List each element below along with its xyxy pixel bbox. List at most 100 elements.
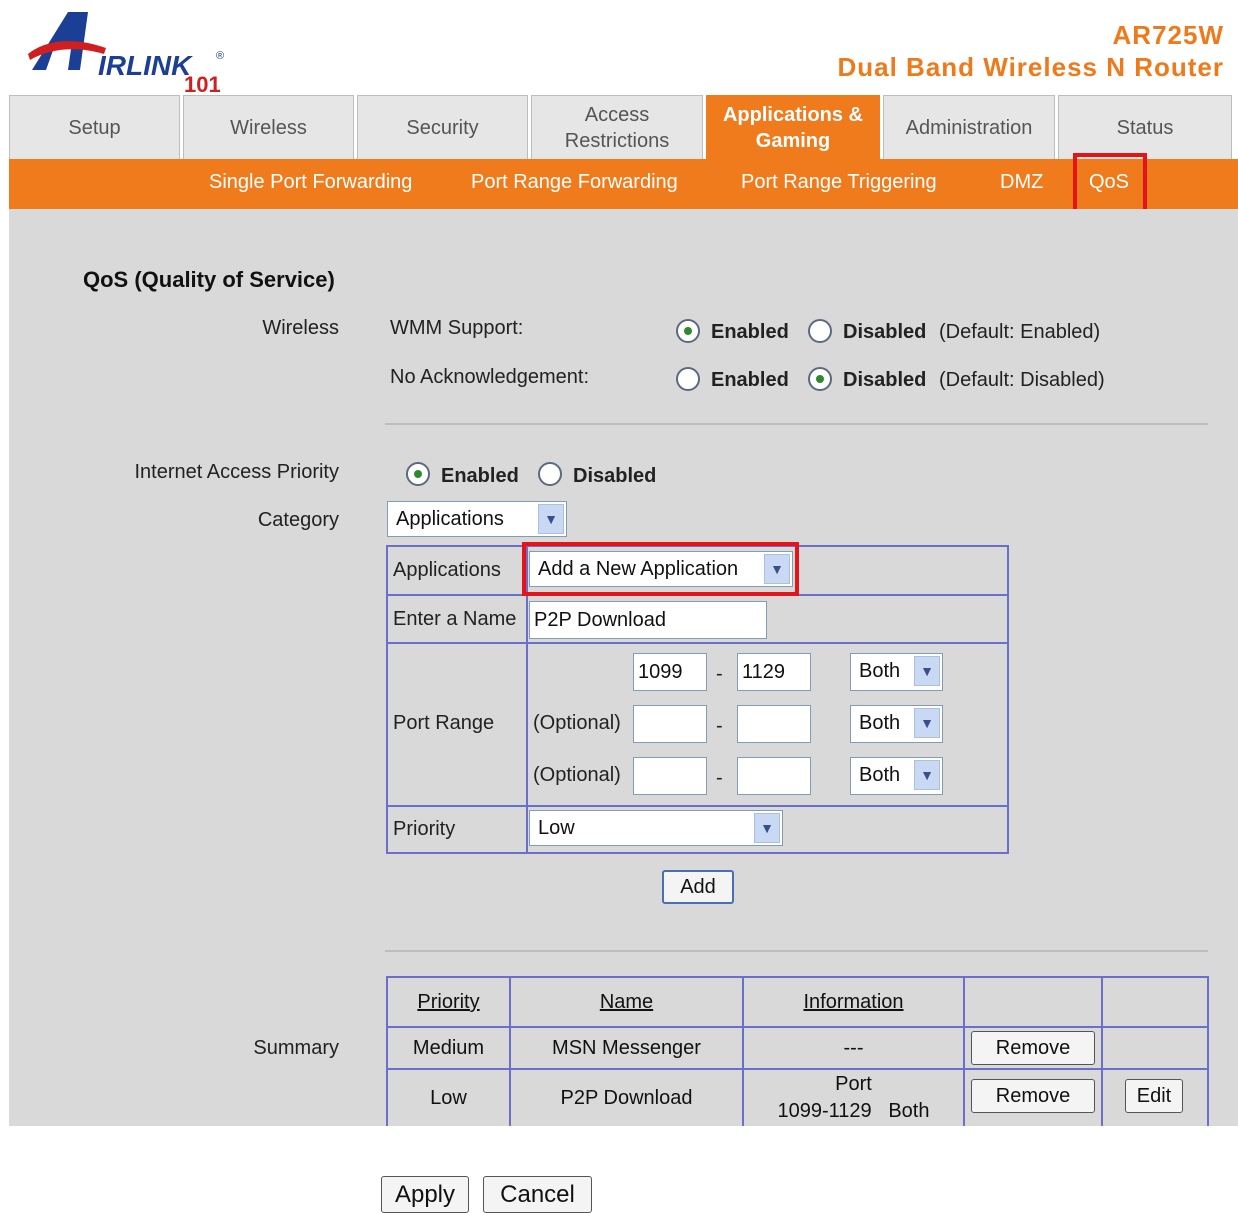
protocol1-value: Both	[859, 660, 901, 682]
wmm-default-note: (Default: Enabled)	[939, 321, 1101, 343]
grid-border	[386, 852, 1009, 854]
noack-enabled-label: Enabled	[711, 369, 789, 391]
sub-navigation: Single Port Forwarding Port Range Forwar…	[9, 153, 1238, 213]
wmm-enabled-label: Enabled	[711, 321, 789, 343]
summary-border	[963, 976, 965, 1126]
apply-button[interactable]: Apply	[381, 1176, 469, 1213]
port2-start-input[interactable]	[633, 705, 707, 743]
priority-select-value: Low	[538, 817, 575, 839]
noack-disabled-label: Disabled	[843, 369, 927, 391]
tab-security[interactable]: Security	[357, 95, 528, 159]
noack-default-note: (Default: Disabled)	[939, 369, 1105, 391]
protocol1-select[interactable]: Both ▼	[850, 653, 943, 691]
chevron-down-icon: ▼	[914, 656, 940, 686]
row2-info-line1: Port	[835, 1073, 872, 1095]
optional-label-1: (Optional)	[533, 712, 621, 734]
category-select-value: Applications	[396, 508, 504, 530]
wmm-support-label: WMM Support:	[390, 317, 524, 339]
subnav-port-range-triggering[interactable]: Port Range Triggering	[741, 171, 937, 194]
grid-border	[1007, 545, 1009, 854]
category-label: Category	[257, 509, 339, 531]
port3-start-input[interactable]	[633, 757, 707, 795]
application-name-input[interactable]: P2P Download	[529, 601, 767, 639]
cancel-button[interactable]: Cancel	[483, 1176, 592, 1213]
summary-header-priority[interactable]: Priority	[388, 991, 509, 1014]
summary-header-information[interactable]: Information	[744, 991, 963, 1014]
protocol3-select[interactable]: Both ▼	[850, 757, 943, 795]
airlink-logo-mark	[28, 12, 106, 70]
tab-applications-gaming[interactable]: Applications & Gaming	[706, 95, 880, 159]
row2-info-line2: 1099-1129 Both	[777, 1100, 930, 1122]
summary-border	[1101, 976, 1103, 1126]
tab-wireless[interactable]: Wireless	[183, 95, 354, 159]
tab-administration[interactable]: Administration	[883, 95, 1055, 159]
protocol2-value: Both	[859, 712, 901, 734]
port-range-label: Port Range	[393, 712, 495, 734]
port3-dash: -	[716, 767, 723, 789]
port1-start-input[interactable]: 1099	[633, 653, 707, 691]
internet-access-priority-label: Internet Access Priority	[134, 461, 339, 483]
optional-label-2: (Optional)	[533, 764, 621, 786]
noack-disabled-radio[interactable]	[808, 367, 832, 391]
row2-name: P2P Download	[560, 1087, 693, 1109]
page-title: QoS (Quality of Service)	[83, 267, 335, 292]
divider	[385, 423, 1208, 425]
qos-panel: QoS (Quality of Service) Wireless WMM Su…	[9, 209, 1238, 1126]
chevron-down-icon: ▼	[538, 504, 564, 534]
grid-border	[386, 642, 1009, 644]
applications-label: Applications	[393, 559, 501, 581]
chevron-down-icon: ▼	[914, 760, 940, 790]
airlink-logo: IRLINK 101 ®	[28, 8, 224, 97]
protocol3-value: Both	[859, 764, 901, 786]
port1-dash: -	[716, 663, 723, 685]
priority-label: Priority	[393, 818, 456, 840]
add-button[interactable]: Add	[662, 870, 734, 904]
wireless-label: Wireless	[262, 317, 339, 339]
row2-priority: Low	[430, 1087, 467, 1109]
subnav-single-port-forwarding[interactable]: Single Port Forwarding	[209, 171, 412, 194]
category-select[interactable]: Applications ▼	[387, 501, 567, 537]
divider	[385, 950, 1208, 952]
wmm-disabled-label: Disabled	[843, 321, 927, 343]
priority-select[interactable]: Low ▼	[529, 810, 783, 846]
chevron-down-icon: ▼	[754, 813, 780, 843]
tab-access-restrictions[interactable]: Access Restrictions	[531, 95, 703, 159]
row1-info: ---	[843, 1037, 864, 1059]
chevron-down-icon: ▼	[914, 708, 940, 738]
tab-status[interactable]: Status	[1058, 95, 1232, 159]
logo-wordmark: IRLINK	[98, 50, 192, 81]
noack-enabled-radio[interactable]	[676, 367, 700, 391]
iap-disabled-radio[interactable]	[538, 462, 562, 486]
port2-dash: -	[716, 715, 723, 737]
subnav-dmz[interactable]: DMZ	[1000, 171, 1043, 194]
row2-remove-button[interactable]: Remove	[971, 1079, 1095, 1113]
tab-setup[interactable]: Setup	[9, 95, 180, 159]
model-name: AR725W	[1112, 20, 1224, 50]
grid-border	[386, 545, 388, 854]
summary-label: Summary	[253, 1037, 339, 1059]
wmm-enabled-radio[interactable]	[676, 319, 700, 343]
product-name: Dual Band Wireless N Router	[837, 52, 1224, 82]
enter-name-label: Enter a Name	[393, 608, 517, 630]
iap-disabled-label: Disabled	[573, 465, 657, 487]
summary-header-name[interactable]: Name	[511, 991, 742, 1014]
port3-end-input[interactable]	[737, 757, 811, 795]
port2-end-input[interactable]	[737, 705, 811, 743]
subnav-port-range-forwarding[interactable]: Port Range Forwarding	[471, 171, 678, 194]
applications-highlight-box	[522, 542, 799, 596]
no-ack-label: No Acknowledgement:	[390, 366, 590, 388]
grid-border	[386, 805, 1009, 807]
iap-enabled-label: Enabled	[441, 465, 519, 487]
iap-enabled-radio[interactable]	[406, 462, 430, 486]
wmm-disabled-radio[interactable]	[808, 319, 832, 343]
qos-highlight-box	[1073, 153, 1147, 213]
protocol2-select[interactable]: Both ▼	[850, 705, 943, 743]
row2-edit-button[interactable]: Edit	[1125, 1079, 1183, 1113]
logo-registered: ®	[216, 50, 225, 62]
row1-name: MSN Messenger	[552, 1037, 701, 1059]
main-tabs: Setup Wireless Security Access Restricti…	[9, 95, 1238, 159]
summary-border	[1207, 976, 1209, 1126]
row1-remove-button[interactable]: Remove	[971, 1031, 1095, 1065]
port1-end-input[interactable]: 1129	[737, 653, 811, 691]
row1-priority: Medium	[412, 1037, 485, 1059]
